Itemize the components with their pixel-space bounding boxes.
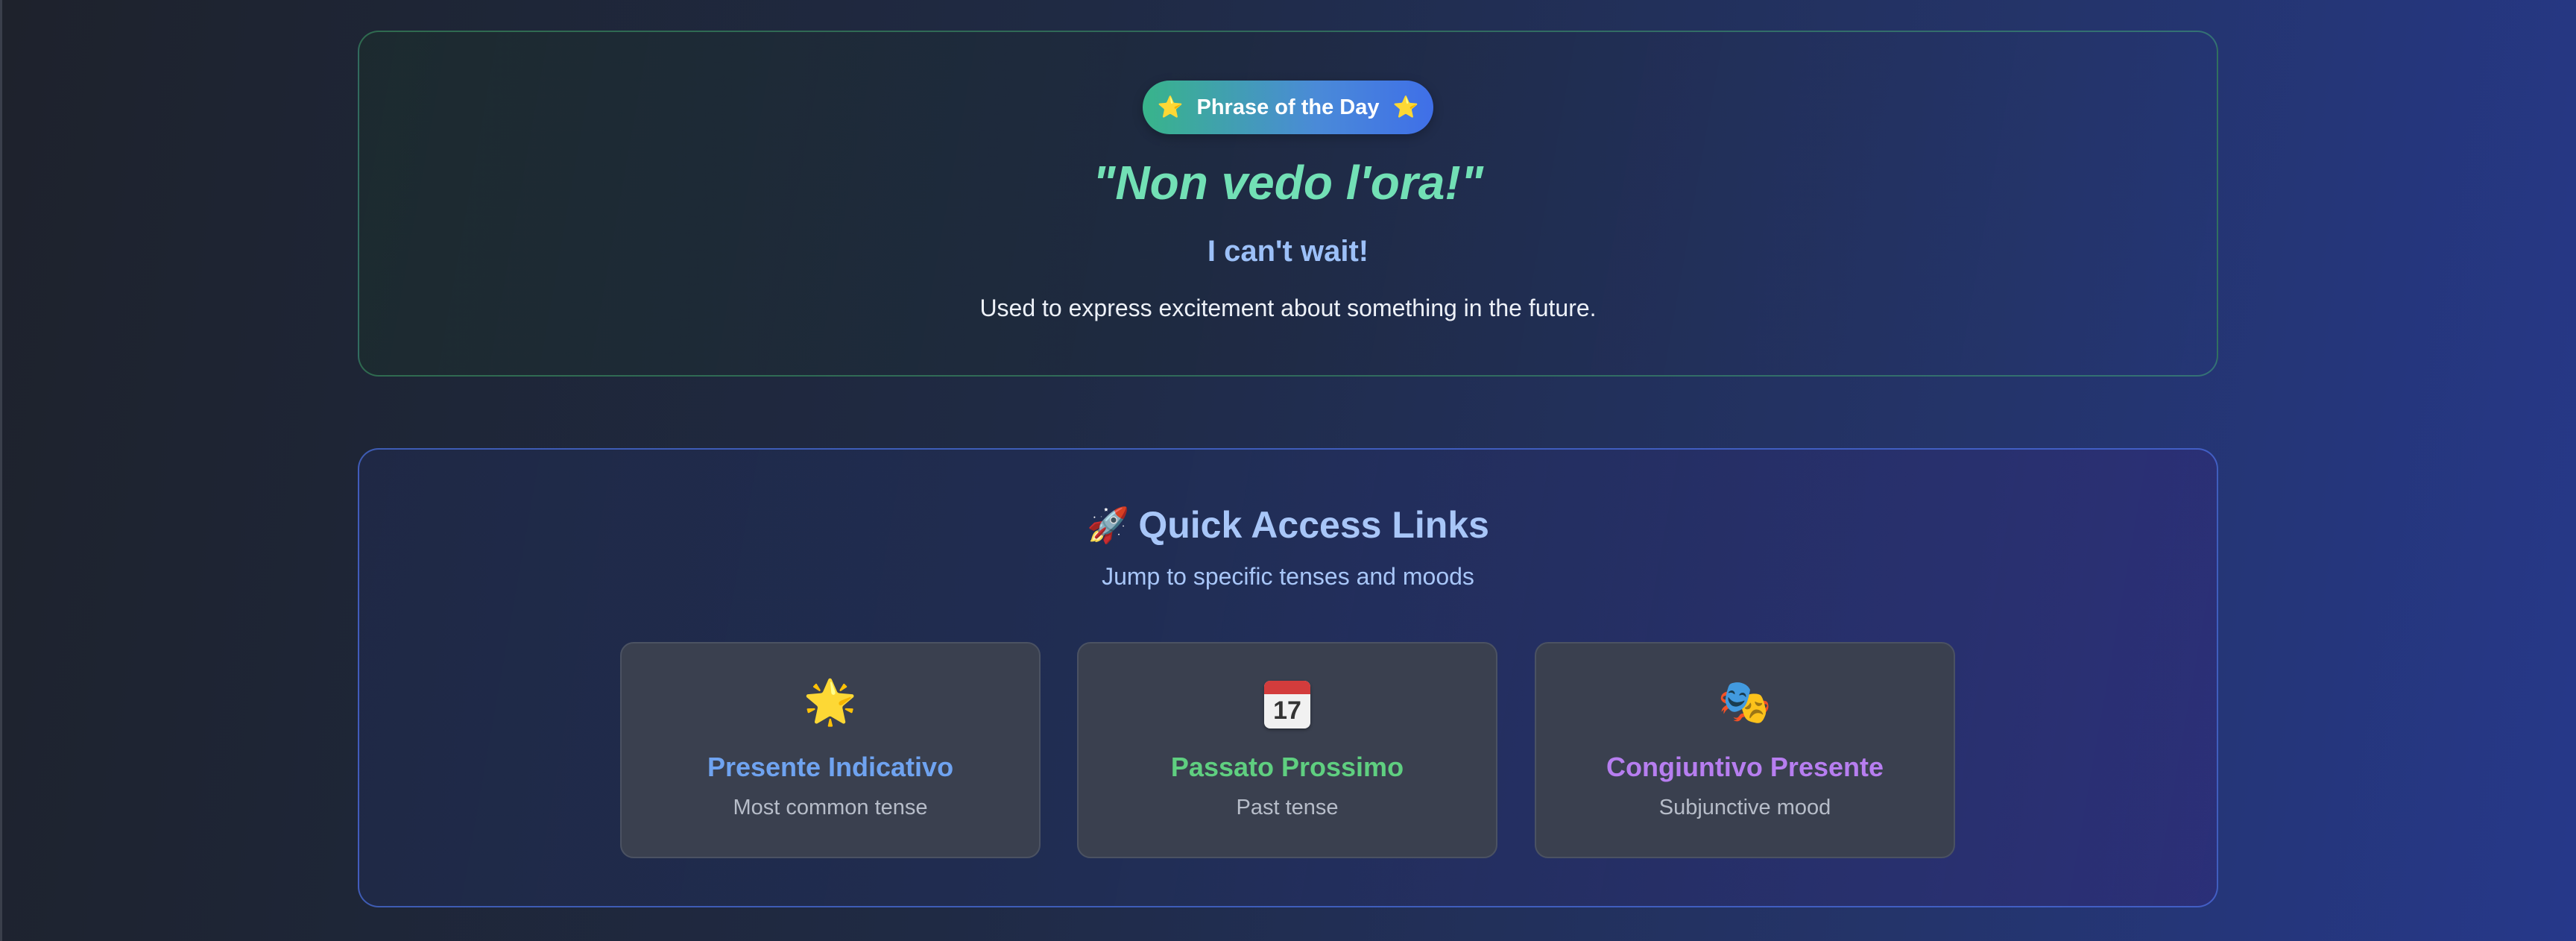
page-left-edge [0,0,2,941]
quick-access-title: 🚀 Quick Access Links [359,503,2217,547]
tile-title: Passato Prossimo [1170,752,1404,782]
theater-masks-icon: 🎭 [1717,678,1772,726]
star-icon: ⭐ [1392,95,1419,119]
tile-title: Congiuntivo Presente [1606,752,1884,782]
phrase-description: Used to express excitement about somethi… [979,295,1597,321]
badge-label: Phrase of the Day [1196,95,1380,119]
link-congiuntivo-presente[interactable]: 🎭 Congiuntivo Presente Subjunctive mood [1535,642,1955,858]
tile-title: Presente Indicativo [707,752,954,782]
link-presente-indicativo[interactable]: 🌟 Presente Indicativo Most common tense [620,642,1041,858]
quick-access-card: 🚀 Quick Access Links Jump to specific te… [358,448,2218,907]
tile-description: Subjunctive mood [1658,796,1831,819]
english-translation: I can't wait! [1207,235,1369,268]
tile-description: Past tense [1236,796,1339,819]
tile-description: Most common tense [733,796,928,819]
phrase-of-the-day-badge: ⭐ Phrase of the Day ⭐ [1143,81,1433,134]
italian-phrase: "Non vedo l'ora!" [1093,156,1483,210]
quick-access-subtitle: Jump to specific tenses and moods [1102,563,1474,590]
rocket-icon: 🚀 [1087,505,1130,544]
glowing-star-icon: 🌟 [803,678,858,726]
calendar-day: 17 [1273,696,1301,725]
quick-access-title-text: Quick Access Links [1138,504,1489,546]
link-passato-prossimo[interactable]: 17 Passato Prossimo Past tense [1077,642,1497,858]
star-icon: ⭐ [1157,95,1184,119]
calendar-icon: 17 [1079,681,1496,728]
phrase-of-the-day-card: ⭐ Phrase of the Day ⭐ "Non vedo l'ora!" … [358,31,2218,377]
